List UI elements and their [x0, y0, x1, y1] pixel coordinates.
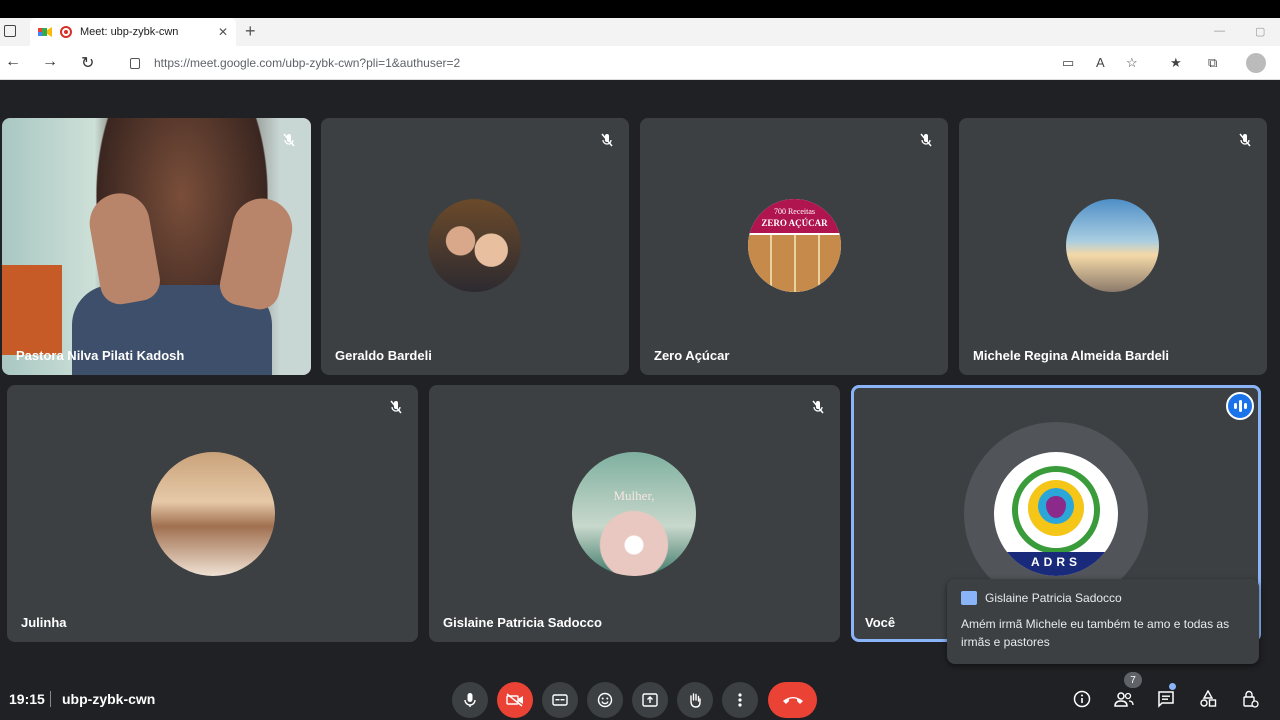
participant-name: Julinha: [21, 615, 67, 630]
profile-avatar[interactable]: [1246, 53, 1266, 73]
captions-icon: [552, 694, 568, 706]
camera-off-icon: [506, 693, 523, 707]
url-text: https://meet.google.com/ubp-zybk-cwn?pli…: [154, 56, 461, 70]
tab-actions-icon[interactable]: [4, 25, 16, 37]
leave-call-button[interactable]: [768, 682, 817, 718]
participant-avatar: [1066, 199, 1159, 292]
url-field[interactable]: https://meet.google.com/ubp-zybk-cwn?pli…: [118, 50, 1160, 76]
meeting-controls-bar: 19:15 ubp-zybk-cwn: [0, 678, 1280, 720]
people-icon[interactable]: [1113, 688, 1135, 710]
participant-name: Gislaine Patricia Sadocco: [443, 615, 602, 630]
divider: [50, 691, 51, 707]
microphone-icon: [464, 693, 476, 707]
participant-avatar: 700 Receitas ZERO AÇÚCAR: [748, 199, 841, 292]
mic-off-icon: [601, 133, 613, 147]
mic-off-icon: [812, 400, 824, 414]
participant-name: Geraldo Bardeli: [335, 348, 432, 363]
clock: 19:15: [9, 691, 45, 707]
participant-name: Pastora Nilva Pilati Kadosh: [16, 348, 185, 363]
participant-name: Michele Regina Almeida Bardeli: [973, 348, 1170, 363]
lock-icon[interactable]: [130, 57, 140, 69]
microphone-button[interactable]: [452, 682, 488, 718]
participant-avatar: Mulher,: [572, 452, 696, 576]
participant-tile[interactable]: Geraldo Bardeli: [321, 118, 629, 375]
chat-message-icon: [961, 591, 977, 605]
mic-off-icon: [390, 400, 402, 414]
present-button[interactable]: [632, 682, 668, 718]
video-feed: [2, 118, 311, 375]
host-controls-icon[interactable]: [1239, 688, 1261, 710]
participant-tile[interactable]: Julinha: [7, 385, 418, 642]
os-top-strip: [0, 0, 1280, 18]
collections-icon[interactable]: ⧉: [1208, 55, 1217, 71]
participant-avatar: [151, 452, 275, 576]
participant-count-badge: 7: [1124, 672, 1142, 688]
participant-tile[interactable]: Michele Regina Almeida Bardeli: [959, 118, 1267, 375]
refresh-icon[interactable]: ↻: [81, 53, 94, 73]
close-tab-icon[interactable]: ✕: [218, 25, 228, 39]
more-options-button[interactable]: [722, 682, 758, 718]
chat-notification[interactable]: Gislaine Patricia Sadocco Amém irmã Mich…: [947, 579, 1259, 664]
read-aloud-icon[interactable]: A: [1096, 55, 1105, 70]
meeting-code: ubp-zybk-cwn: [62, 691, 156, 707]
self-avatar: ADRS: [994, 452, 1118, 576]
hang-up-icon: [782, 697, 803, 704]
captions-button[interactable]: [542, 682, 578, 718]
minimize-icon[interactable]: —: [1214, 25, 1225, 37]
participant-tile[interactable]: Mulher, Gislaine Patricia Sadocco: [429, 385, 840, 642]
mic-off-icon: [1239, 133, 1251, 147]
maximize-icon[interactable]: ▢: [1255, 25, 1265, 38]
audio-level-icon: [1226, 392, 1254, 420]
raise-hand-button[interactable]: [677, 682, 713, 718]
meeting-details-icon[interactable]: [1071, 688, 1093, 710]
recording-icon: [60, 26, 72, 38]
back-icon[interactable]: ←: [5, 53, 21, 71]
favorites-icon[interactable]: ★: [1170, 55, 1182, 71]
chat-message: Amém irmã Michele eu também te amo e tod…: [961, 617, 1230, 649]
more-vert-icon: [738, 693, 742, 707]
address-bar: ← → ↻ https://meet.google.com/ubp-zybk-c…: [0, 46, 1280, 80]
camera-button[interactable]: [497, 682, 533, 718]
activities-icon[interactable]: [1197, 688, 1219, 710]
emoji-icon: [597, 692, 613, 708]
participant-avatar: [428, 199, 521, 292]
hand-icon: [690, 693, 701, 708]
participant-name: Você: [865, 615, 896, 630]
mic-off-icon: [283, 133, 295, 147]
meet-favicon-icon: [38, 25, 52, 39]
reactions-button[interactable]: [587, 682, 623, 718]
camera-in-use-icon[interactable]: ▭: [1062, 55, 1074, 71]
participant-tile[interactable]: Pastora Nilva Pilati Kadosh: [2, 118, 311, 375]
tab-title: Meet: ubp-zybk-cwn: [80, 26, 179, 38]
unread-chat-dot: [1169, 683, 1176, 690]
chat-icon[interactable]: [1155, 688, 1177, 710]
add-favorite-icon[interactable]: ☆: [1126, 55, 1138, 71]
mic-off-icon: [920, 133, 932, 147]
participant-name: Zero Açúcar: [654, 348, 730, 363]
forward-icon[interactable]: →: [42, 53, 58, 71]
new-tab-icon[interactable]: +: [245, 21, 256, 42]
browser-tab[interactable]: Meet: ubp-zybk-cwn ✕: [30, 18, 236, 46]
tab-strip: Meet: ubp-zybk-cwn ✕ + — ▢: [0, 18, 1280, 46]
chat-sender: Gislaine Patricia Sadocco: [985, 591, 1122, 605]
participant-tile[interactable]: 700 Receitas ZERO AÇÚCAR Zero Açúcar: [640, 118, 948, 375]
present-screen-icon: [642, 693, 658, 707]
